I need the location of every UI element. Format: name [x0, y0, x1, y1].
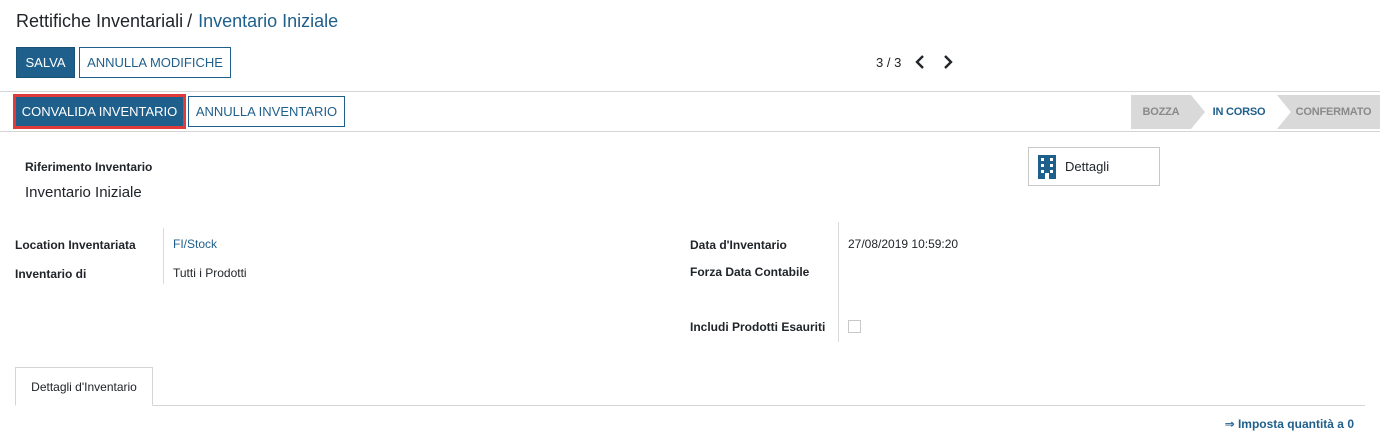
include-exhausted-label: Includi Prodotti Esauriti: [690, 320, 826, 334]
set-quantity-zero-link[interactable]: ⇒ Imposta quantità a 0: [1225, 417, 1354, 431]
stage-arrow: [1277, 95, 1291, 129]
stage-in-progress-label: IN CORSO: [1212, 106, 1266, 118]
reference-value[interactable]: Inventario Iniziale: [25, 184, 142, 201]
field-separator: [838, 222, 839, 342]
save-button[interactable]: SALVA: [16, 47, 75, 78]
include-exhausted-checkbox[interactable]: [848, 320, 861, 333]
stage-draft-label: BOZZA: [1142, 106, 1180, 118]
chevron-left-icon[interactable]: [913, 53, 927, 71]
reference-label: Riferimento Inventario: [25, 160, 153, 174]
stage-arrow: [1191, 95, 1205, 129]
cancel-inventory-button[interactable]: ANNULLA INVENTARIO: [188, 96, 345, 127]
stage-draft[interactable]: BOZZA: [1131, 95, 1205, 129]
pager: 3 / 3: [876, 53, 969, 71]
inventory-of-label: Inventario di: [15, 267, 87, 281]
tab-divider: [15, 405, 1365, 406]
inventory-of-value[interactable]: Tutti i Prodotti: [173, 266, 247, 280]
building-icon: [1038, 154, 1056, 179]
location-link[interactable]: FI/Stock: [173, 237, 217, 251]
details-button[interactable]: Dettagli: [1028, 147, 1160, 186]
field-separator: [163, 228, 164, 284]
pager-value[interactable]: 3 / 3: [876, 55, 901, 70]
inventory-date-value[interactable]: 27/08/2019 10:59:20: [848, 237, 958, 251]
force-date-label: Forza Data Contabile: [690, 265, 810, 279]
tab-inventory-details[interactable]: Dettagli d'Inventario: [15, 367, 153, 406]
stage-confirmed[interactable]: CONFERMATO: [1277, 95, 1380, 129]
discard-changes-button[interactable]: ANNULLA MODIFICHE: [79, 47, 231, 78]
location-label: Location Inventariata: [15, 238, 136, 252]
stage-confirmed-label: CONFERMATO: [1295, 106, 1372, 118]
breadcrumb: Rettifiche Inventariali / Inventario Inizi…: [16, 11, 338, 32]
validate-inventory-button[interactable]: CONVALIDA INVENTARIO: [13, 94, 186, 129]
stage-tracker: BOZZA IN CORSO CONFERMATO: [1131, 95, 1380, 129]
breadcrumb-current: Inventario Iniziale: [198, 11, 339, 31]
details-button-label: Dettagli: [1065, 159, 1110, 174]
chevron-right-icon[interactable]: [941, 53, 955, 71]
inventory-date-label: Data d'Inventario: [690, 238, 787, 252]
breadcrumb-separator: /: [187, 11, 193, 31]
breadcrumb-parent-link[interactable]: Rettifiche Inventariali: [16, 11, 183, 31]
